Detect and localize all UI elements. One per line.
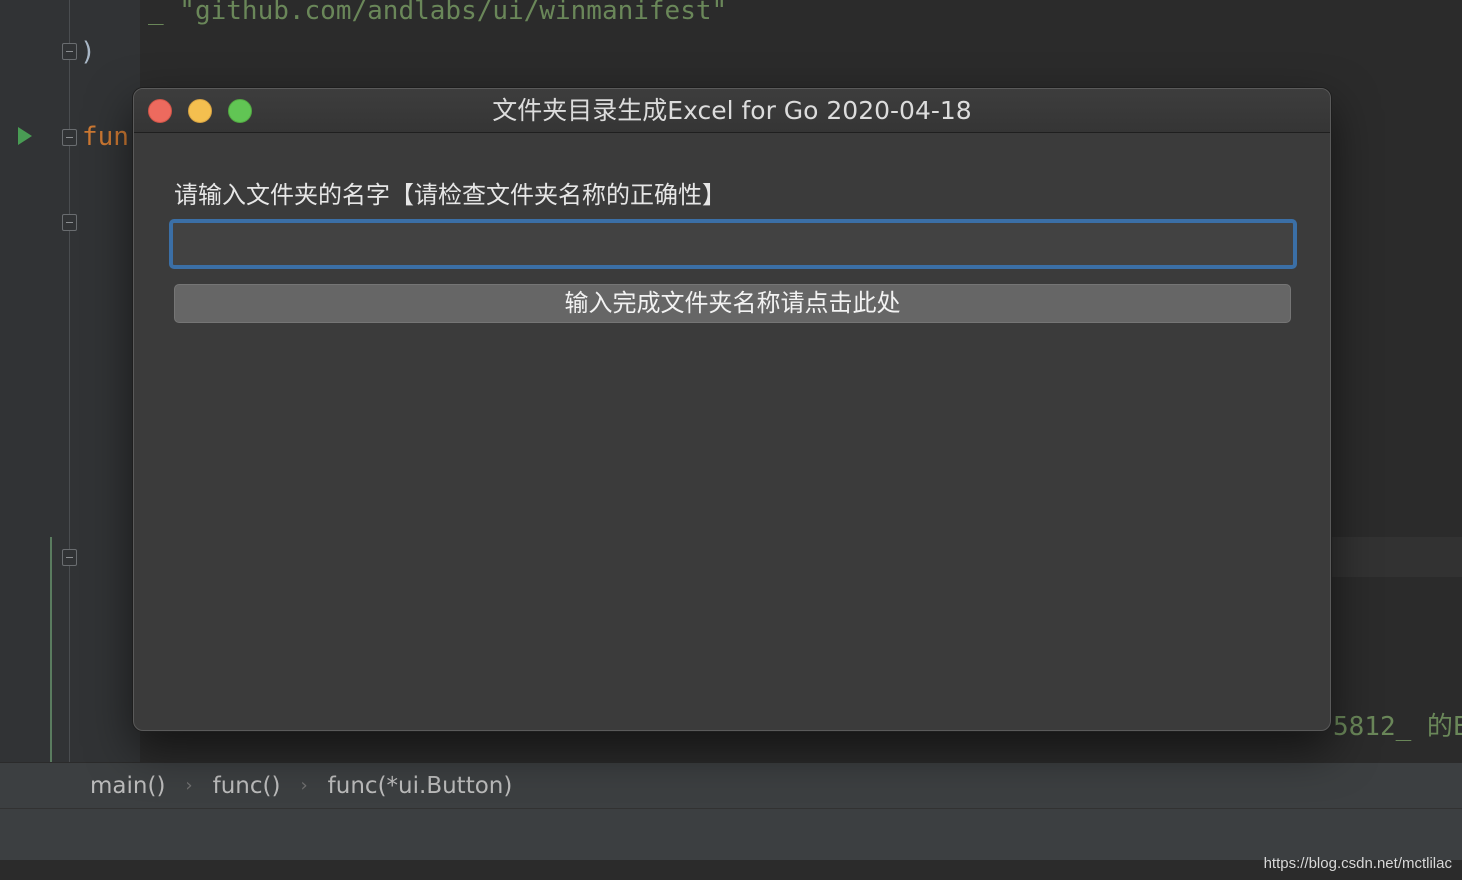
folder-name-label: 请输入文件夹的名字【请检查文件夹名称的正确性】 xyxy=(174,181,726,209)
code-close-paren: ) xyxy=(80,37,96,67)
minimize-window-button[interactable] xyxy=(188,99,212,123)
code-func-keyword: fun xyxy=(82,122,129,152)
run-icon[interactable] xyxy=(18,127,32,145)
chevron-right-icon: › xyxy=(185,775,193,796)
breadcrumb-item-func-button[interactable]: func(*ui.Button) xyxy=(328,773,513,799)
vcs-change-marker xyxy=(50,537,52,762)
fold-icon[interactable] xyxy=(62,129,77,146)
bottom-strip: https://blog.csdn.net/mctlilac xyxy=(0,855,1462,880)
status-bar xyxy=(0,808,1462,860)
dialog-window: 文件夹目录生成Excel for Go 2020-04-18 请输入文件夹的名字… xyxy=(133,88,1331,731)
editor-gutter xyxy=(0,0,140,762)
chevron-right-icon: › xyxy=(300,775,308,796)
code-right-fragment: 5812_ 的E xyxy=(1333,712,1462,742)
fold-icon[interactable] xyxy=(62,214,77,231)
window-titlebar[interactable]: 文件夹目录生成Excel for Go 2020-04-18 xyxy=(134,89,1330,133)
folder-name-input[interactable] xyxy=(169,219,1297,269)
fold-guide-line xyxy=(69,0,70,762)
breadcrumb-item-main[interactable]: main() xyxy=(90,773,165,799)
fold-icon[interactable] xyxy=(62,549,77,566)
breadcrumb-item-func[interactable]: func() xyxy=(213,773,281,799)
maximize-window-button[interactable] xyxy=(228,99,252,123)
watermark-text: https://blog.csdn.net/mctlilac xyxy=(1263,855,1452,872)
breadcrumb: main() › func() › func(*ui.Button) xyxy=(0,762,1462,808)
window-title: 文件夹目录生成Excel for Go 2020-04-18 xyxy=(492,96,972,125)
code-import-line: _ "github.com/andlabs/ui/winmanifest" xyxy=(148,0,728,26)
submit-button[interactable]: 输入完成文件夹名称请点击此处 xyxy=(174,284,1291,323)
close-window-button[interactable] xyxy=(148,99,172,123)
fold-icon[interactable] xyxy=(62,43,77,60)
